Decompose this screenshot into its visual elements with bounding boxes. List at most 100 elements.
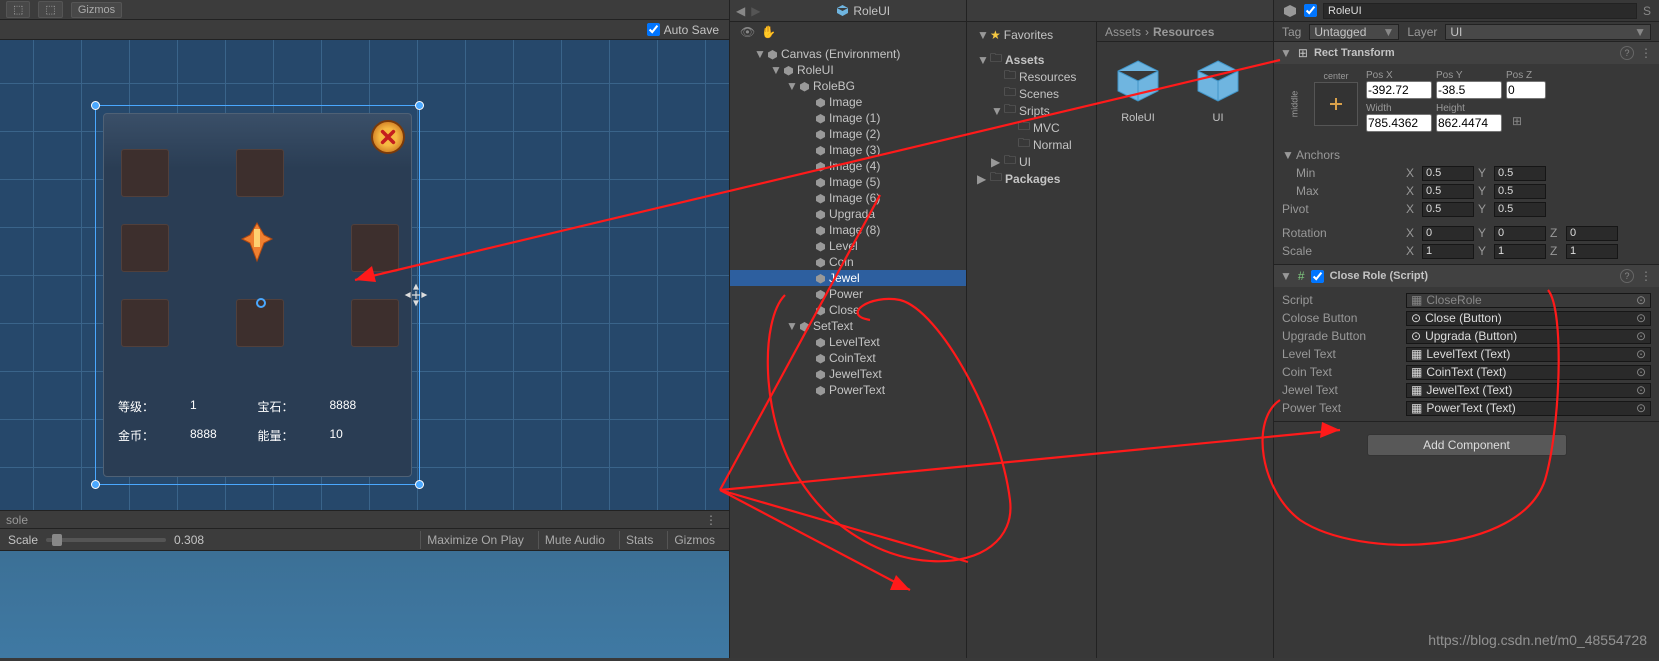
project-row[interactable]: 🗀Scenes — [967, 85, 1096, 102]
rot-z[interactable] — [1566, 226, 1618, 241]
back-icon[interactable]: ◀ — [736, 4, 745, 18]
item-slot[interactable] — [121, 299, 169, 347]
pos-y-input[interactable] — [1436, 81, 1502, 99]
gizmos-dropdown[interactable]: Gizmos — [71, 2, 122, 18]
project-row[interactable]: 🗀Resources — [967, 68, 1096, 85]
resize-handle-tr[interactable] — [415, 101, 424, 110]
anchor-min-y[interactable] — [1494, 166, 1546, 181]
resize-handle-bl[interactable] — [91, 480, 100, 489]
tree-row[interactable]: PowerText — [730, 382, 966, 398]
object-field[interactable]: ▦CoinText (Text)⊙ — [1406, 365, 1651, 380]
tree-row[interactable]: ▼SetText — [730, 318, 966, 334]
scale-z[interactable] — [1566, 244, 1618, 259]
gizmos-toggle[interactable]: Gizmos — [667, 531, 721, 549]
component-header[interactable]: ▼ ⊞ Rect Transform ? ⋮ — [1274, 42, 1659, 64]
toolbar-button[interactable]: ⬚ — [6, 1, 30, 18]
mute-toggle[interactable]: Mute Audio — [538, 531, 611, 549]
move-gizmo-icon[interactable] — [404, 283, 428, 310]
tree-row[interactable]: Jewel — [730, 270, 966, 286]
help-icon[interactable]: ? — [1620, 46, 1634, 60]
component-menu-icon[interactable]: ⋮ — [1640, 46, 1653, 60]
rot-y[interactable] — [1494, 226, 1546, 241]
tree-row[interactable]: Power — [730, 286, 966, 302]
object-field[interactable]: ▦LevelText (Text)⊙ — [1406, 347, 1651, 362]
add-component-button[interactable]: Add Component — [1367, 434, 1567, 456]
tree-row[interactable]: CoinText — [730, 350, 966, 366]
tree-row[interactable]: LevelText — [730, 334, 966, 350]
tree-row[interactable]: JewelText — [730, 366, 966, 382]
tree-row[interactable]: Coin — [730, 254, 966, 270]
tree-row[interactable]: Image (3) — [730, 142, 966, 158]
item-slot[interactable] — [236, 149, 284, 197]
object-field[interactable]: ⊙Upgrada (Button)⊙ — [1406, 329, 1651, 344]
tree-row[interactable]: Close — [730, 302, 966, 318]
tree-row[interactable]: Image (5) — [730, 174, 966, 190]
tree-row[interactable]: ▼Canvas (Environment) — [730, 46, 966, 62]
upgrade-icon[interactable] — [234, 219, 280, 265]
resize-handle-br[interactable] — [415, 480, 424, 489]
project-row[interactable]: 🗀MVC — [967, 119, 1096, 136]
rot-x[interactable] — [1422, 226, 1474, 241]
pos-x-input[interactable] — [1366, 81, 1432, 99]
panel-menu-icon[interactable]: ⋮ — [705, 513, 729, 527]
pivot-y[interactable] — [1494, 202, 1546, 217]
tree-row[interactable]: ▼RoleUI — [730, 62, 966, 78]
scale-x[interactable] — [1422, 244, 1474, 259]
game-preview[interactable] — [0, 550, 729, 658]
item-slot[interactable] — [121, 149, 169, 197]
project-row[interactable]: ▼🗀Assets — [967, 51, 1096, 68]
object-field[interactable]: ▦JewelText (Text)⊙ — [1406, 383, 1651, 398]
anchors-foldout[interactable]: ▼Anchors — [1282, 146, 1651, 164]
object-field[interactable]: ▦PowerText (Text)⊙ — [1406, 401, 1651, 416]
active-checkbox[interactable] — [1304, 4, 1317, 17]
tree-row[interactable]: Image (6) — [730, 190, 966, 206]
object-field[interactable]: ⊙Close (Button)⊙ — [1406, 311, 1651, 326]
tree-row[interactable]: Level — [730, 238, 966, 254]
tree-row[interactable]: Image (4) — [730, 158, 966, 174]
tree-row[interactable]: Image (8) — [730, 222, 966, 238]
project-breadcrumb[interactable]: Assets›Resources — [1097, 22, 1273, 42]
anchor-preset-button[interactable]: center middle — [1314, 82, 1358, 126]
component-header[interactable]: ▼ # Close Role (Script) ? ⋮ — [1274, 265, 1659, 287]
tree-row[interactable]: Image — [730, 94, 966, 110]
auto-save-checkbox[interactable] — [647, 23, 660, 36]
resize-handle-tl[interactable] — [91, 101, 100, 110]
height-input[interactable] — [1436, 114, 1502, 132]
roleui-selection[interactable]: 等级： 1 宝石： 8888 金币： 8888 — [95, 105, 420, 485]
anchor-max-x[interactable] — [1422, 184, 1474, 199]
maximize-toggle[interactable]: Maximize On Play — [420, 531, 530, 549]
object-name-input[interactable] — [1323, 3, 1637, 19]
scale-slider[interactable] — [46, 538, 166, 542]
pivot-x[interactable] — [1422, 202, 1474, 217]
pickable-icon[interactable]: ✋ — [761, 25, 776, 39]
pos-z-input[interactable] — [1506, 81, 1546, 99]
console-tab[interactable]: sole ⋮ — [0, 510, 729, 528]
toolbar-button[interactable]: ⬚ — [38, 1, 62, 18]
item-slot[interactable] — [121, 224, 169, 272]
project-row[interactable]: ▼★Favorites — [967, 26, 1096, 43]
component-enabled-checkbox[interactable] — [1311, 270, 1324, 283]
project-item[interactable]: RoleUI — [1107, 56, 1169, 124]
tree-row[interactable]: ▼RoleBG — [730, 78, 966, 94]
item-slot[interactable] — [351, 299, 399, 347]
blueprint-icon[interactable]: ⊞ — [1512, 114, 1522, 132]
component-menu-icon[interactable]: ⋮ — [1640, 269, 1653, 283]
help-icon[interactable]: ? — [1620, 269, 1634, 283]
static-dropdown[interactable]: S — [1643, 4, 1651, 18]
scale-y[interactable] — [1494, 244, 1546, 259]
anchor-min-x[interactable] — [1422, 166, 1474, 181]
project-row[interactable]: ▶🗀Packages — [967, 170, 1096, 187]
scene-viewport[interactable]: 等级： 1 宝石： 8888 金币： 8888 — [0, 40, 729, 510]
tag-dropdown[interactable]: Untagged▼ — [1309, 24, 1399, 40]
project-row[interactable]: ▶🗀UI — [967, 153, 1096, 170]
anchor-max-y[interactable] — [1494, 184, 1546, 199]
visibility-icon[interactable]: 👁 — [740, 25, 755, 39]
width-input[interactable] — [1366, 114, 1432, 132]
project-item[interactable]: UI — [1187, 56, 1249, 124]
tree-row[interactable]: Image (1) — [730, 110, 966, 126]
stats-toggle[interactable]: Stats — [619, 531, 659, 549]
tree-row[interactable]: Upgrada — [730, 206, 966, 222]
project-row[interactable]: 🗀Normal — [967, 136, 1096, 153]
tree-row[interactable]: Image (2) — [730, 126, 966, 142]
forward-icon[interactable]: ▶ — [751, 4, 760, 18]
